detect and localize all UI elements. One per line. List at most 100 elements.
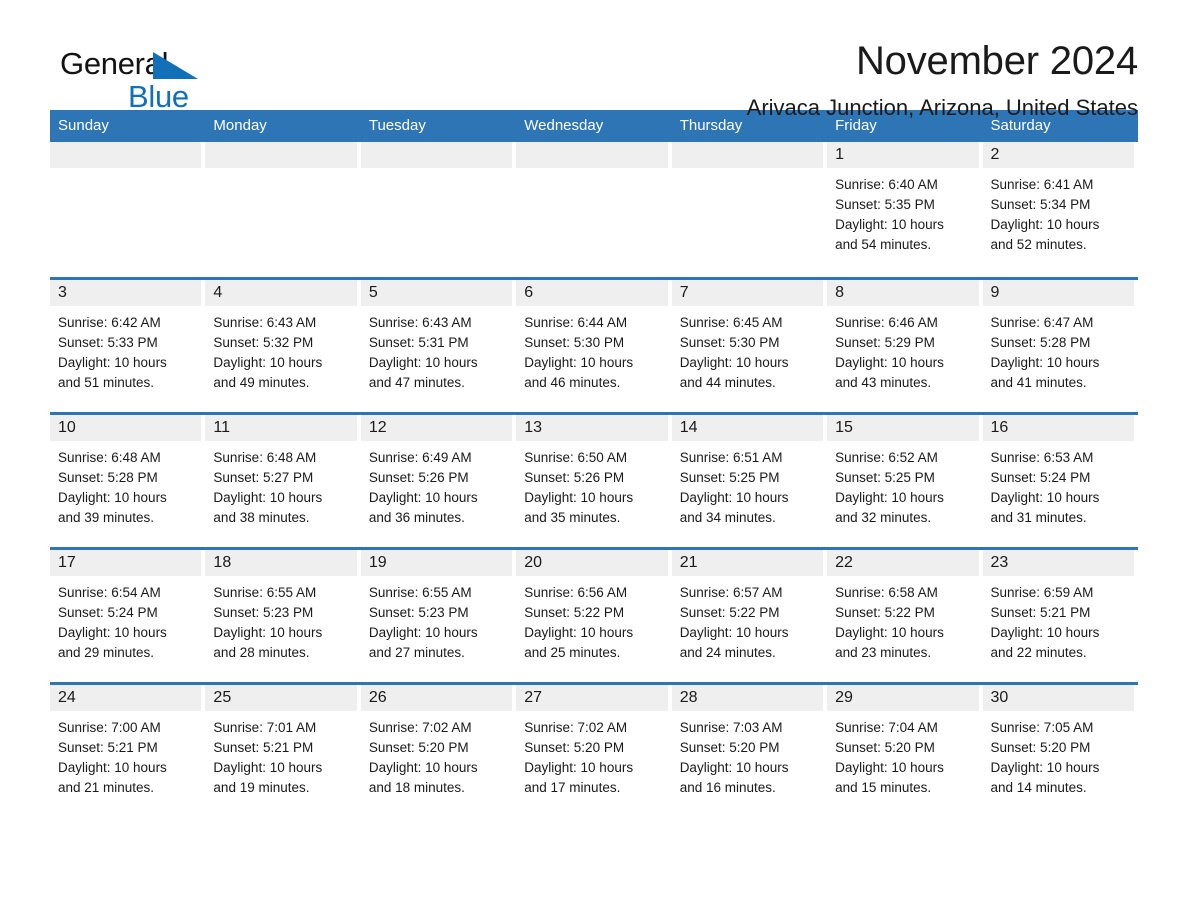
sunrise-sunset-calendar: Sunday Monday Tuesday Wednesday Thursday… xyxy=(50,110,1138,817)
calendar-day-cell[interactable]: 19 Sunrise: 6:55 AM Sunset: 5:23 PM Dayligh… xyxy=(360,547,517,682)
day-number: 7 xyxy=(671,280,824,306)
daylight-text-line2: and 24 minutes. xyxy=(679,645,776,660)
daylight-text-line2: and 25 minutes. xyxy=(524,645,621,660)
calendar-day-cell[interactable]: 13 Sunrise: 6:50 AM Sunset: 5:26 PM Dayligh… xyxy=(516,412,672,547)
day-number: 24 xyxy=(50,685,202,711)
sunrise-text: Sunrise: 6:57 AM xyxy=(679,585,783,600)
day-cell-inner: 10 Sunrise: 6:48 AM Sunset: 5:28 PM Dayligh… xyxy=(50,412,206,547)
calendar-week-row: 10 Sunrise: 6:48 AM Sunset: 5:28 PM Dayligh… xyxy=(50,412,1138,547)
day-cell-inner xyxy=(50,142,205,277)
triangle-icon xyxy=(153,52,198,79)
day-cell-inner: 17 Sunrise: 6:54 AM Sunset: 5:24 PM Dayligh… xyxy=(50,547,206,682)
day-cell-details: Sunrise: 6:50 AM Sunset: 5:26 PM Daylight:… xyxy=(516,441,671,528)
calendar-day-cell[interactable]: 7 Sunrise: 6:45 AM Sunset: 5:30 PM Daylight… xyxy=(671,277,828,412)
sunset-text: Sunset: 5:28 PM xyxy=(990,335,1091,350)
calendar-day-cell[interactable]: 24 Sunrise: 7:00 AM Sunset: 5:21 PM Dayligh… xyxy=(50,682,206,817)
day-cell-details: Sunrise: 6:56 AM Sunset: 5:22 PM Daylight:… xyxy=(516,576,671,663)
calendar-day-cell[interactable]: 5 Sunrise: 6:43 AM Sunset: 5:31 PM Daylight… xyxy=(360,277,517,412)
day-number xyxy=(50,142,202,168)
calendar-day-cell[interactable]: 2 Sunrise: 6:41 AM Sunset: 5:34 PM Daylight… xyxy=(982,142,1138,277)
day-cell-inner: 18 Sunrise: 6:55 AM Sunset: 5:23 PM Dayligh… xyxy=(205,547,361,682)
day-cell-inner: 24 Sunrise: 7:00 AM Sunset: 5:21 PM Dayligh… xyxy=(50,682,206,817)
calendar-day-cell[interactable]: 15 Sunrise: 6:52 AM Sunset: 5:25 PM Dayligh… xyxy=(827,412,983,547)
calendar-day-cell[interactable]: 23 Sunrise: 6:59 AM Sunset: 5:21 PM Dayligh… xyxy=(982,547,1138,682)
calendar-day-cell[interactable]: 28 Sunrise: 7:03 AM Sunset: 5:20 PM Dayligh… xyxy=(671,682,828,817)
daylight-text-line2: and 41 minutes. xyxy=(990,375,1087,390)
weekday-header-monday: Monday xyxy=(205,110,361,142)
calendar-day-cell[interactable]: 6 Sunrise: 6:44 AM Sunset: 5:30 PM Daylight… xyxy=(516,277,672,412)
day-cell-details: Sunrise: 7:01 AM Sunset: 5:21 PM Daylight:… xyxy=(205,711,360,798)
daylight-text-line1: Daylight: 10 hours xyxy=(835,490,944,505)
daylight-text-line1: Daylight: 10 hours xyxy=(213,490,323,505)
sunrise-text: Sunrise: 7:04 AM xyxy=(835,720,938,735)
sunrise-text: Sunrise: 6:58 AM xyxy=(835,585,938,600)
sunrise-text: Sunrise: 6:41 AM xyxy=(990,177,1094,192)
daylight-text-line2: and 17 minutes. xyxy=(524,780,621,795)
day-number: 12 xyxy=(360,415,513,441)
calendar-week-row: 1 Sunrise: 6:40 AM Sunset: 5:35 PM Daylight… xyxy=(50,142,1138,277)
calendar-day-cell[interactable]: 3 Sunrise: 6:42 AM Sunset: 5:33 PM Daylight… xyxy=(50,277,206,412)
sunset-text: Sunset: 5:25 PM xyxy=(835,470,935,485)
sunset-text: Sunset: 5:30 PM xyxy=(524,335,625,350)
sunset-text: Sunset: 5:22 PM xyxy=(679,605,780,620)
calendar-day-cell[interactable]: 11 Sunrise: 6:48 AM Sunset: 5:27 PM Dayligh… xyxy=(205,412,361,547)
calendar-day-cell[interactable]: 20 Sunrise: 6:56 AM Sunset: 5:22 PM Dayligh… xyxy=(516,547,672,682)
day-number: 29 xyxy=(827,685,979,711)
calendar-day-cell[interactable]: 17 Sunrise: 6:54 AM Sunset: 5:24 PM Dayligh… xyxy=(50,547,206,682)
sunrise-text: Sunrise: 6:47 AM xyxy=(990,315,1094,330)
daylight-text-line2: and 38 minutes. xyxy=(213,510,310,525)
sunrise-text: Sunrise: 7:00 AM xyxy=(58,720,161,735)
day-cell-details: Sunrise: 7:02 AM Sunset: 5:20 PM Daylight:… xyxy=(361,711,516,798)
calendar-day-cell[interactable]: 26 Sunrise: 7:02 AM Sunset: 5:20 PM Dayligh… xyxy=(360,682,517,817)
calendar-day-cell[interactable]: 8 Sunrise: 6:46 AM Sunset: 5:29 PM Daylight… xyxy=(827,277,983,412)
calendar-day-cell[interactable]: 30 Sunrise: 7:05 AM Sunset: 5:20 PM Dayligh… xyxy=(982,682,1138,817)
daylight-text-line2: and 39 minutes. xyxy=(58,510,155,525)
day-number: 8 xyxy=(827,280,979,306)
daylight-text-line2: and 29 minutes. xyxy=(58,645,155,660)
general-blue-logo[interactable]: General Blue xyxy=(60,48,260,114)
calendar-day-cell[interactable]: 12 Sunrise: 6:49 AM Sunset: 5:26 PM Dayligh… xyxy=(360,412,517,547)
daylight-text-line2: and 15 minutes. xyxy=(835,780,932,795)
calendar-day-cell[interactable]: 27 Sunrise: 7:02 AM Sunset: 5:20 PM Dayligh… xyxy=(516,682,672,817)
calendar-day-cell[interactable]: 25 Sunrise: 7:01 AM Sunset: 5:21 PM Dayligh… xyxy=(205,682,361,817)
day-cell-inner: 26 Sunrise: 7:02 AM Sunset: 5:20 PM Dayligh… xyxy=(360,682,517,817)
page-header: General Blue November 2024 Arivaca Junct… xyxy=(50,0,1138,120)
day-number: 28 xyxy=(671,685,824,711)
calendar-day-cell[interactable]: 16 Sunrise: 6:53 AM Sunset: 5:24 PM Dayligh… xyxy=(982,412,1138,547)
day-number: 5 xyxy=(360,280,513,306)
day-number: 19 xyxy=(360,550,513,576)
daylight-text-line1: Daylight: 10 hours xyxy=(524,760,634,775)
daylight-text-line1: Daylight: 10 hours xyxy=(679,355,789,370)
sunset-text: Sunset: 5:20 PM xyxy=(524,740,625,755)
day-number: 23 xyxy=(982,550,1134,576)
calendar-day-cell[interactable]: 10 Sunrise: 6:48 AM Sunset: 5:28 PM Dayligh… xyxy=(50,412,206,547)
calendar-day-cell[interactable]: 18 Sunrise: 6:55 AM Sunset: 5:23 PM Dayligh… xyxy=(205,547,361,682)
day-number: 18 xyxy=(205,550,357,576)
day-cell-inner: 25 Sunrise: 7:01 AM Sunset: 5:21 PM Dayligh… xyxy=(205,682,361,817)
day-cell-details: Sunrise: 6:46 AM Sunset: 5:29 PM Daylight:… xyxy=(827,306,982,393)
day-cell-details: Sunrise: 7:05 AM Sunset: 5:20 PM Daylight:… xyxy=(983,711,1138,798)
calendar-day-cell[interactable]: 14 Sunrise: 6:51 AM Sunset: 5:25 PM Dayligh… xyxy=(671,412,828,547)
day-cell-inner: 13 Sunrise: 6:50 AM Sunset: 5:26 PM Dayligh… xyxy=(516,412,672,547)
sunrise-text: Sunrise: 6:50 AM xyxy=(524,450,628,465)
calendar-day-cell[interactable]: 29 Sunrise: 7:04 AM Sunset: 5:20 PM Dayligh… xyxy=(827,682,983,817)
calendar-day-cell[interactable]: 9 Sunrise: 6:47 AM Sunset: 5:28 PM Daylight… xyxy=(982,277,1138,412)
calendar-day-cell[interactable]: 4 Sunrise: 6:43 AM Sunset: 5:32 PM Daylight… xyxy=(205,277,361,412)
calendar-day-cell[interactable]: 1 Sunrise: 6:40 AM Sunset: 5:35 PM Daylight… xyxy=(827,142,983,277)
day-number: 2 xyxy=(982,142,1134,168)
calendar-day-cell[interactable]: 22 Sunrise: 6:58 AM Sunset: 5:22 PM Dayligh… xyxy=(827,547,983,682)
sunset-text: Sunset: 5:27 PM xyxy=(213,470,314,485)
day-cell-details: Sunrise: 6:48 AM Sunset: 5:28 PM Daylight:… xyxy=(50,441,205,528)
logo-text-general: General xyxy=(60,46,169,81)
day-cell-inner: 22 Sunrise: 6:58 AM Sunset: 5:22 PM Dayligh… xyxy=(827,547,983,682)
sunrise-text: Sunrise: 7:05 AM xyxy=(990,720,1094,735)
calendar-day-cell[interactable]: 21 Sunrise: 6:57 AM Sunset: 5:22 PM Dayligh… xyxy=(671,547,828,682)
day-cell-inner: 12 Sunrise: 6:49 AM Sunset: 5:26 PM Dayligh… xyxy=(360,412,517,547)
day-cell-inner: 20 Sunrise: 6:56 AM Sunset: 5:22 PM Dayligh… xyxy=(516,547,672,682)
sunrise-text: Sunrise: 7:02 AM xyxy=(524,720,628,735)
day-cell-details: Sunrise: 6:57 AM Sunset: 5:22 PM Daylight:… xyxy=(672,576,827,663)
page-title: November 2024 xyxy=(855,39,1138,83)
sunset-text: Sunset: 5:35 PM xyxy=(835,197,935,212)
day-cell-inner: 3 Sunrise: 6:42 AM Sunset: 5:33 PM Daylight… xyxy=(50,277,206,412)
daylight-text-line1: Daylight: 10 hours xyxy=(990,760,1100,775)
